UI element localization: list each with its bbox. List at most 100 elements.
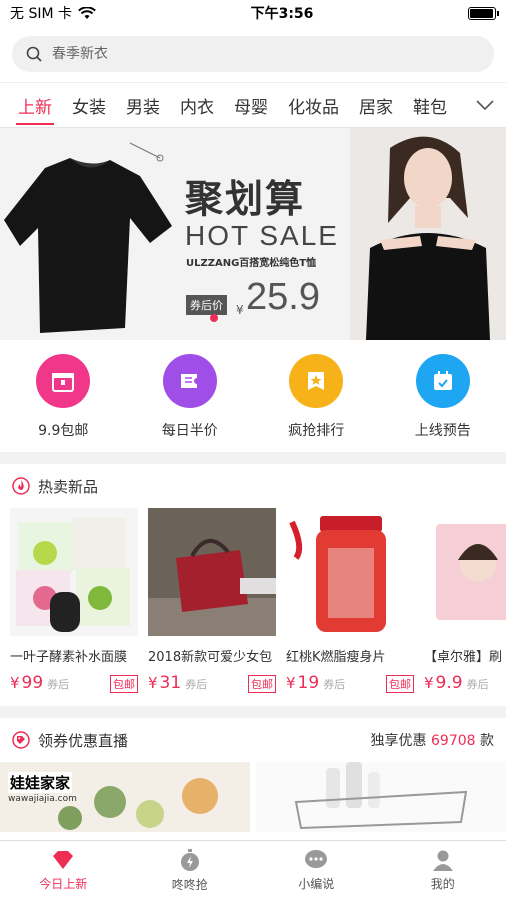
category-tab-shoes-bags[interactable]: 鞋包 — [403, 83, 457, 127]
section-divider — [0, 706, 506, 718]
category-tab-men[interactable]: 男装 — [116, 83, 170, 127]
search-box[interactable] — [12, 36, 494, 72]
coupon-section-header: 领券优惠直播 独享优惠 69708 款 — [0, 718, 506, 762]
hot-product-list: 一叶子酵素补水面膜 ¥ 99 券后 包邮 2018新款可爱少女包 ¥ 31 券后… — [0, 508, 506, 706]
product-name: 一叶子酵素补水面膜 — [10, 650, 128, 665]
category-expand-button[interactable] — [464, 83, 506, 127]
price-after-coupon: 券后 — [323, 678, 346, 691]
product-card[interactable]: 一叶子酵素补水面膜 ¥ 99 券后 包邮 — [10, 508, 138, 706]
coupon-section-title: 领券优惠直播 — [12, 730, 128, 751]
user-icon — [432, 850, 453, 871]
product-card[interactable]: 红桃K燃脂瘦身片 ¥ 19 券后 包邮 — [286, 508, 414, 706]
quick-entry-label: 上线预告 — [414, 423, 471, 439]
banner-dot-active[interactable] — [210, 314, 218, 322]
banner-subtitle: HOT SALE — [185, 220, 339, 251]
price-currency: ¥ — [10, 674, 20, 692]
category-list: 上新 女装 男装 内衣 母婴 化妆品 居家 鞋包 — [0, 83, 464, 127]
battery-icon — [467, 6, 499, 20]
banner-left-panel: 聚划算 HOT SALE ULZZANG百搭宽松纯色T恤 券后价 ¥ 25.9 — [0, 128, 350, 340]
category-tab-home[interactable]: 居家 — [349, 83, 403, 127]
product-name: 【卓尔雅】刷 — [424, 650, 503, 665]
price-after-coupon: 券后 — [466, 678, 489, 691]
calendar-icon — [415, 354, 470, 408]
free-shipping-badge: 包邮 — [248, 675, 276, 693]
tab-mine[interactable]: 我的 — [380, 841, 506, 900]
product-price-row: ¥ 99 券后 包邮 — [10, 673, 138, 693]
heart-diamond-icon — [53, 851, 74, 869]
promo-banner[interactable]: 聚划算 HOT SALE ULZZANG百搭宽松纯色T恤 券后价 ¥ 25.9 — [0, 128, 506, 340]
product-price-row: ¥ 9.9 券后 — [424, 673, 506, 693]
category-bar: 上新 女装 男装 内衣 母婴 化妆品 居家 鞋包 — [0, 82, 506, 128]
rack-image — [256, 762, 506, 832]
quick-entry-preview[interactable]: 上线预告 — [393, 354, 493, 442]
price-value: 31 — [159, 673, 182, 693]
quick-entry-half-price[interactable]: 每日半价 — [140, 354, 240, 442]
tab-label: 小编说 — [298, 877, 335, 891]
free-shipping-badge: 包邮 — [110, 675, 138, 693]
coupon-count: 69708 — [431, 733, 476, 749]
price-after-coupon: 券后 — [47, 678, 70, 691]
coupon-tag-icon — [12, 731, 30, 749]
gift-box-icon — [36, 354, 91, 408]
tab-label: 咚咚抢 — [171, 878, 208, 892]
coupon-prefix: 独享优惠 — [370, 733, 427, 749]
status-bar: 无 SIM 卡 下午3:56 — [0, 0, 506, 26]
search-wrap — [0, 26, 506, 82]
banner-desc: ULZZANG百搭宽松纯色T恤 — [186, 258, 317, 269]
banner-price: 25.9 — [246, 276, 320, 318]
carrier-text: 无 SIM 卡 — [10, 6, 72, 22]
price-value: 19 — [297, 673, 320, 693]
chevron-down-icon — [476, 100, 494, 110]
category-tab-women[interactable]: 女装 — [62, 83, 116, 127]
brand-url: wawajiajia.com — [8, 794, 77, 804]
chat-bubble-icon — [305, 850, 328, 868]
tab-today-new[interactable]: 今日上新 — [0, 841, 127, 900]
tab-flash-sale[interactable]: 咚咚抢 — [127, 841, 254, 900]
section-divider — [0, 452, 506, 464]
status-left: 无 SIM 卡 — [10, 3, 96, 23]
bottom-tab-bar: 今日上新 咚咚抢 小编说 我的 — [0, 840, 506, 900]
coupon-suffix: 款 — [480, 733, 494, 749]
price-after-coupon: 券后 — [185, 678, 208, 691]
quick-entry-row: 9.9包邮 每日半价 疯抢排行 上线预告 — [0, 340, 506, 452]
product-price-row: ¥ 31 券后 包邮 — [148, 673, 276, 693]
tab-editor-says[interactable]: 小编说 — [253, 841, 380, 900]
coupon-count-text: 独享优惠 69708 款 — [371, 730, 494, 750]
product-card[interactable]: 【卓尔雅】刷 ¥ 9.9 券后 — [424, 508, 506, 706]
hot-section-header: 热卖新品 — [0, 464, 506, 508]
brand-logo: 娃娃家家 — [8, 772, 73, 793]
banner-pagination — [210, 314, 218, 322]
search-input[interactable] — [52, 46, 480, 62]
tshirt-image — [4, 142, 172, 333]
price-value: 99 — [21, 673, 44, 693]
coupon-grid: 娃娃家家 wawajiajia.com — [0, 762, 506, 832]
search-icon — [26, 46, 42, 62]
star-badge-icon — [289, 354, 344, 408]
coupon-card-rack[interactable] — [256, 762, 506, 832]
banner-currency: ¥ — [236, 303, 244, 317]
ticket-icon — [162, 354, 217, 408]
category-tab-underwear[interactable]: 内衣 — [170, 83, 224, 127]
product-name: 红桃K燃脂瘦身片 — [286, 650, 386, 665]
fire-icon — [12, 477, 30, 495]
quick-entry-label: 每日半价 — [161, 423, 218, 439]
product-image — [286, 508, 414, 636]
price-currency: ¥ — [286, 674, 296, 692]
free-shipping-badge: 包邮 — [386, 675, 414, 693]
coupon-card-succulent[interactable]: 娃娃家家 wawajiajia.com — [0, 762, 250, 832]
price-currency: ¥ — [148, 674, 158, 692]
category-tab-cosmetics[interactable]: 化妆品 — [278, 83, 349, 127]
product-card[interactable]: 2018新款可爱少女包 ¥ 31 券后 包邮 — [148, 508, 276, 706]
product-image — [148, 508, 276, 636]
price-currency: ¥ — [424, 674, 434, 692]
price-value: 9.9 — [435, 673, 463, 693]
category-tab-baby[interactable]: 母婴 — [224, 83, 278, 127]
product-image — [424, 508, 506, 636]
hot-section-title: 热卖新品 — [12, 476, 98, 497]
coupon-section-label: 领券优惠直播 — [38, 731, 129, 750]
quick-entry-free-shipping[interactable]: 9.9包邮 — [13, 354, 113, 442]
quick-entry-label: 9.9包邮 — [38, 423, 89, 439]
product-price-row: ¥ 19 券后 包邮 — [286, 673, 414, 693]
category-tab-new[interactable]: 上新 — [8, 83, 62, 127]
quick-entry-ranking[interactable]: 疯抢排行 — [266, 354, 366, 442]
